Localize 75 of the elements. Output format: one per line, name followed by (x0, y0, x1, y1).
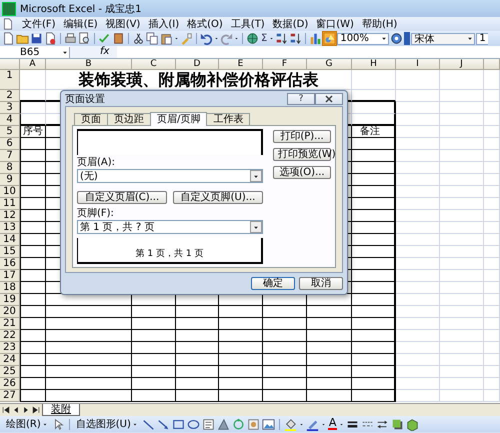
row-header[interactable]: 21 (0, 318, 20, 330)
row-header[interactable]: 16 (0, 258, 20, 270)
row-header[interactable]: 18 (0, 282, 20, 294)
row-header[interactable]: 8 (0, 162, 20, 174)
window-title: Microsoft Excel - 成宝忠1 (20, 2, 142, 16)
row-header[interactable]: 3 (0, 102, 20, 114)
custom-header-button[interactable]: 自定义页眉(C)... (77, 191, 167, 204)
row-header[interactable]: 13 (0, 222, 20, 234)
row-header[interactable]: 4 (0, 114, 20, 126)
row-header[interactable]: 20 (0, 306, 20, 318)
row-header[interactable]: 27 (0, 390, 20, 402)
column-header[interactable]: A (20, 59, 46, 70)
footer-dropdown[interactable]: 第 1 页，共 ? 页 (77, 220, 263, 234)
help-button[interactable]: ? (287, 92, 315, 104)
menu-item[interactable]: 插入(I) (144, 18, 184, 30)
row-header[interactable]: 2 (0, 90, 20, 102)
column-header[interactable]: F (263, 59, 307, 70)
dialog-tab[interactable]: 工作表 (206, 113, 250, 125)
dialog-title: 页面设置 (65, 92, 106, 106)
row-header[interactable]: 23 (0, 342, 20, 354)
menu-item[interactable]: 视图(V) (102, 18, 144, 30)
row-header[interactable]: 9 (0, 174, 20, 186)
function-label[interactable]: fx (70, 46, 118, 58)
row-header[interactable]: 14 (0, 234, 20, 246)
font-color-button[interactable]: A (328, 418, 338, 430)
menu-item[interactable]: 窗口(W) (312, 18, 358, 30)
autosum-button[interactable]: Σ (260, 33, 268, 44)
font-field[interactable]: 宋体 (411, 32, 476, 44)
row-header[interactable]: 15 (0, 246, 20, 258)
options-button[interactable]: 选项(O)... (273, 166, 331, 179)
print-button[interactable]: 打印(P)... (273, 130, 331, 143)
row-header[interactable]: 26 (0, 378, 20, 390)
dialog-tab[interactable]: 页眉/页脚 (150, 112, 208, 126)
row-header[interactable]: 25 (0, 366, 20, 378)
header-label: 页眉(A): (77, 157, 116, 169)
row-header[interactable]: 22 (0, 330, 20, 342)
dialog-tab[interactable]: 页边距 (107, 113, 151, 125)
column-header[interactable]: C (132, 59, 176, 70)
row-header[interactable]: 19 (0, 294, 20, 306)
table-header: 序号 (20, 126, 46, 138)
column-header[interactable]: D (176, 59, 219, 70)
row-header[interactable]: 7 (0, 150, 20, 162)
row-header[interactable]: 11 (0, 198, 20, 210)
column-header[interactable]: H (352, 59, 396, 70)
font-size-field[interactable]: 1 (476, 32, 488, 44)
row-header[interactable]: 5 (0, 126, 20, 138)
row-header[interactable]: 17 (0, 270, 20, 282)
row-header[interactable]: 12 (0, 210, 20, 222)
footer-label: 页脚(F): (77, 208, 115, 220)
custom-footer-button[interactable]: 自定义页脚(U)... (173, 191, 263, 204)
menu-item[interactable]: 格式(O) (183, 18, 227, 30)
cancel-button[interactable]: 取消 (299, 277, 343, 290)
zoom-field[interactable]: 100% (337, 32, 390, 44)
column-header[interactable]: J (440, 59, 484, 70)
header-dropdown[interactable]: (无) (77, 169, 263, 183)
menu-item[interactable]: 帮助(H) (358, 18, 402, 30)
menu-item[interactable]: 数据(D) (268, 18, 312, 30)
menu-item[interactable]: 文件(F) (18, 18, 60, 30)
draw-menu-button[interactable]: 绘图(R) (4, 417, 50, 431)
row-header[interactable]: 10 (0, 186, 20, 198)
column-header[interactable]: B (46, 59, 132, 70)
ok-button[interactable]: 确定 (251, 277, 295, 290)
row-header[interactable]: 6 (0, 138, 20, 150)
footer-preview-text: 第 1 页，共 1 页 (136, 249, 204, 261)
column-header[interactable]: I (396, 59, 440, 70)
dialog-tab[interactable]: 页面 (74, 113, 108, 125)
row-header[interactable]: 24 (0, 354, 20, 366)
menu-item[interactable]: 编辑(E) (60, 18, 102, 30)
row-header[interactable]: 1 (0, 70, 20, 90)
column-header[interactable]: G (307, 59, 352, 70)
sheet-tab[interactable]: 装附 (42, 404, 80, 416)
menu-item[interactable]: 工具(T) (226, 18, 269, 30)
autoshapes-menu-button[interactable]: 自选图形(U) (74, 417, 140, 431)
column-header[interactable]: E (219, 59, 263, 70)
table-header: 备注 (352, 126, 396, 138)
